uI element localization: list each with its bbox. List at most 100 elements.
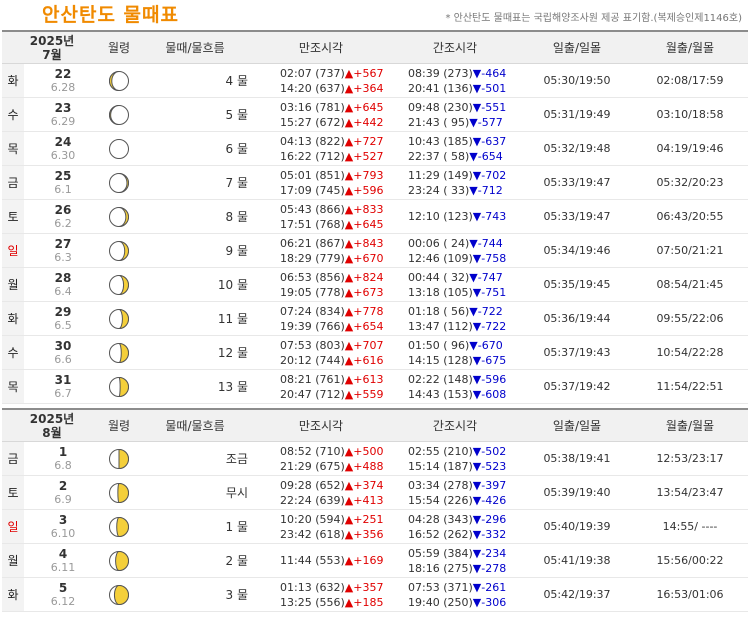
moonrise-moonset-cell: 10:54/22:28 — [656, 346, 724, 359]
solar-day: 28 — [54, 270, 72, 285]
tide-time: 08:52 (710) — [280, 444, 345, 458]
tide-time: 05:59 (384) — [408, 546, 473, 560]
high-tide-cell: 10:20 (594)▲+251 23:42 (618)▲+356 — [254, 510, 388, 543]
lunar-date: 6.5 — [54, 318, 72, 332]
tide-entry: 17:09 (745)▲+596 — [280, 183, 383, 198]
moon-age-cell — [102, 132, 136, 165]
tide-entry: 19:05 (778)▲+673 — [280, 285, 383, 300]
tide-entry: 14:15 (128)▼-675 — [408, 353, 506, 368]
tide-diff: ▲+500 — [344, 444, 384, 458]
tide-entry: 07:24 (834)▲+778 — [280, 304, 383, 319]
table-row: 월 28 6.4 10 물 06:53 (856)▲+824 19:05 (778)▲+6… — [2, 268, 748, 302]
tide-entry: 20:47 (712)▲+559 — [280, 387, 383, 402]
tide-diff: ▼-670 — [469, 338, 503, 352]
sunrise-sunset-cell: 05:40/19:39 — [543, 520, 611, 533]
header-sunrise-sunset: 일출/일몰 — [552, 41, 602, 55]
tide-diff: ▲+824 — [344, 270, 384, 284]
tide-entry: 03:16 (781)▲+645 — [280, 100, 383, 115]
tide-diff: ▼-501 — [472, 81, 507, 95]
date-cell: 27 6.3 — [24, 234, 102, 267]
moonrise-moonset-cell: 08:54/21:45 — [656, 278, 724, 291]
header-high-tide: 만조시각 — [298, 419, 344, 433]
tide-entry: 18:29 (779)▲+670 — [280, 251, 383, 266]
tide-name-cell: 12 물 — [217, 346, 248, 360]
tide-name-cell: 11 물 — [217, 312, 248, 326]
tide-diff: ▲+613 — [344, 372, 384, 386]
solar-day: 27 — [54, 236, 72, 251]
tide-time: 15:14 (187) — [408, 459, 473, 473]
solar-day: 25 — [54, 168, 72, 183]
tide-diff: ▲+527 — [344, 149, 384, 163]
tide-time: 04:28 (343) — [408, 512, 473, 526]
table-row: 금 1 6.8 조금 08:52 (710)▲+500 21:29 (675)▲+488 0… — [2, 442, 748, 476]
moon-phase-icon — [109, 516, 129, 537]
moon-phase-icon — [109, 376, 129, 397]
high-tide-cell: 05:43 (866)▲+833 17:51 (768)▲+645 — [254, 200, 388, 233]
tide-entry: 18:16 (275)▼-278 — [408, 561, 506, 576]
tide-time: 20:12 (744) — [280, 353, 345, 367]
tide-name-cell: 4 물 — [225, 74, 249, 88]
moonrise-moonset-cell: 04:19/19:46 — [656, 142, 724, 155]
tide-time: 17:51 (768) — [280, 217, 345, 231]
table-header: 2025년 7월 월령 물때/물흐름 만조시각 간조시각 일출/일몰 월출/월몰 — [2, 30, 748, 64]
header-tide: 물때/물흐름 — [165, 419, 225, 433]
solar-day: 22 — [54, 66, 72, 81]
weekday-cell: 월 — [2, 544, 24, 577]
tide-entry: 04:13 (822)▲+727 — [280, 134, 383, 149]
tide-time: 20:41 (136) — [408, 81, 473, 95]
tide-time: 13:18 (105) — [408, 285, 473, 299]
tide-time: 18:29 (779) — [280, 251, 345, 265]
solar-day: 24 — [54, 134, 72, 149]
table-row: 화 5 6.12 3 물 01:13 (632)▲+357 13:25 (556)▲+18… — [2, 578, 748, 612]
sunrise-sunset-cell: 05:39/19:40 — [543, 486, 611, 499]
tide-entry: 01:18 ( 56)▼-722 — [408, 304, 503, 319]
tide-time: 12:46 (109) — [408, 251, 473, 265]
tide-diff: ▲+843 — [344, 236, 384, 250]
month-label: 8월 — [42, 425, 62, 440]
tide-name-cell: 5 물 — [225, 108, 249, 122]
high-tide-cell: 02:07 (737)▲+567 14:20 (637)▲+364 — [254, 64, 388, 97]
tide-entry: 13:18 (105)▼-751 — [408, 285, 506, 300]
weekday-cell: 목 — [2, 132, 24, 165]
date-cell: 1 6.8 — [24, 442, 102, 475]
low-tide-cell: 07:53 (371)▼-261 19:40 (250)▼-306 — [388, 578, 522, 611]
high-tide-cell: 07:24 (834)▲+778 19:39 (766)▲+654 — [254, 302, 388, 335]
solar-day: 26 — [54, 202, 72, 217]
tide-diff: ▼-722 — [469, 304, 503, 318]
solar-day: 3 — [58, 512, 68, 527]
tide-entry: 19:39 (766)▲+654 — [280, 319, 383, 334]
sunrise-sunset-cell: 05:35/19:45 — [543, 278, 611, 291]
tide-time: 18:16 (275) — [408, 561, 473, 575]
tide-diff: ▲+778 — [344, 304, 384, 318]
tide-diff: ▲+442 — [344, 115, 384, 129]
tide-entry: 07:53 (371)▼-261 — [408, 580, 506, 595]
tide-entry: 15:54 (226)▼-426 — [408, 493, 506, 508]
tide-entry: 03:34 (278)▼-397 — [408, 478, 506, 493]
lunar-date: 6.30 — [50, 148, 76, 162]
weekday-cell: 월 — [2, 268, 24, 301]
tide-diff: ▼-278 — [472, 561, 507, 575]
moon-age-cell — [102, 64, 136, 97]
high-tide-cell: 08:21 (761)▲+613 20:47 (712)▲+559 — [254, 370, 388, 403]
lunar-date: 6.12 — [50, 594, 76, 608]
header-high-tide: 만조시각 — [298, 41, 344, 55]
tide-diff: ▼-577 — [469, 115, 503, 129]
date-cell: 5 6.12 — [24, 578, 102, 611]
solar-day: 30 — [54, 338, 72, 353]
tide-name-cell: 조금 — [225, 452, 248, 466]
low-tide-cell: 09:48 (230)▼-551 21:43 ( 95)▼-577 — [388, 98, 522, 131]
lunar-date: 6.2 — [54, 216, 72, 230]
moon-phase-icon — [109, 274, 129, 295]
tide-time: 15:54 (226) — [408, 493, 473, 507]
tide-diff: ▼-712 — [469, 183, 503, 197]
tide-time: 06:53 (856) — [280, 270, 345, 284]
tide-diff: ▲+567 — [344, 66, 384, 80]
tide-time: 22:37 ( 58) — [408, 149, 470, 163]
tide-diff: ▲+413 — [344, 493, 384, 507]
tide-entry: 08:39 (273)▼-464 — [408, 66, 506, 81]
tide-diff: ▼-702 — [472, 168, 507, 182]
weekday-cell: 토 — [2, 200, 24, 233]
date-cell: 29 6.5 — [24, 302, 102, 335]
tide-entry: 10:43 (185)▼-637 — [408, 134, 506, 149]
tide-time: 13:47 (112) — [408, 319, 473, 333]
